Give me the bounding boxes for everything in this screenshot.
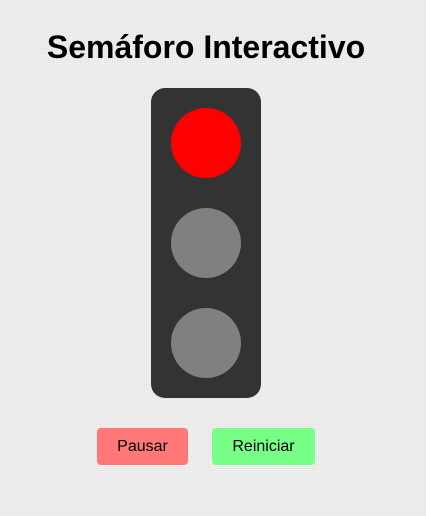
red-light [171,108,241,178]
green-light [171,308,241,378]
reset-button[interactable]: Reiniciar [212,428,315,465]
page-title: Semáforo Interactivo [46,29,366,65]
pause-button[interactable]: Pausar [97,428,188,465]
yellow-light [171,208,241,278]
traffic-light [151,88,261,398]
